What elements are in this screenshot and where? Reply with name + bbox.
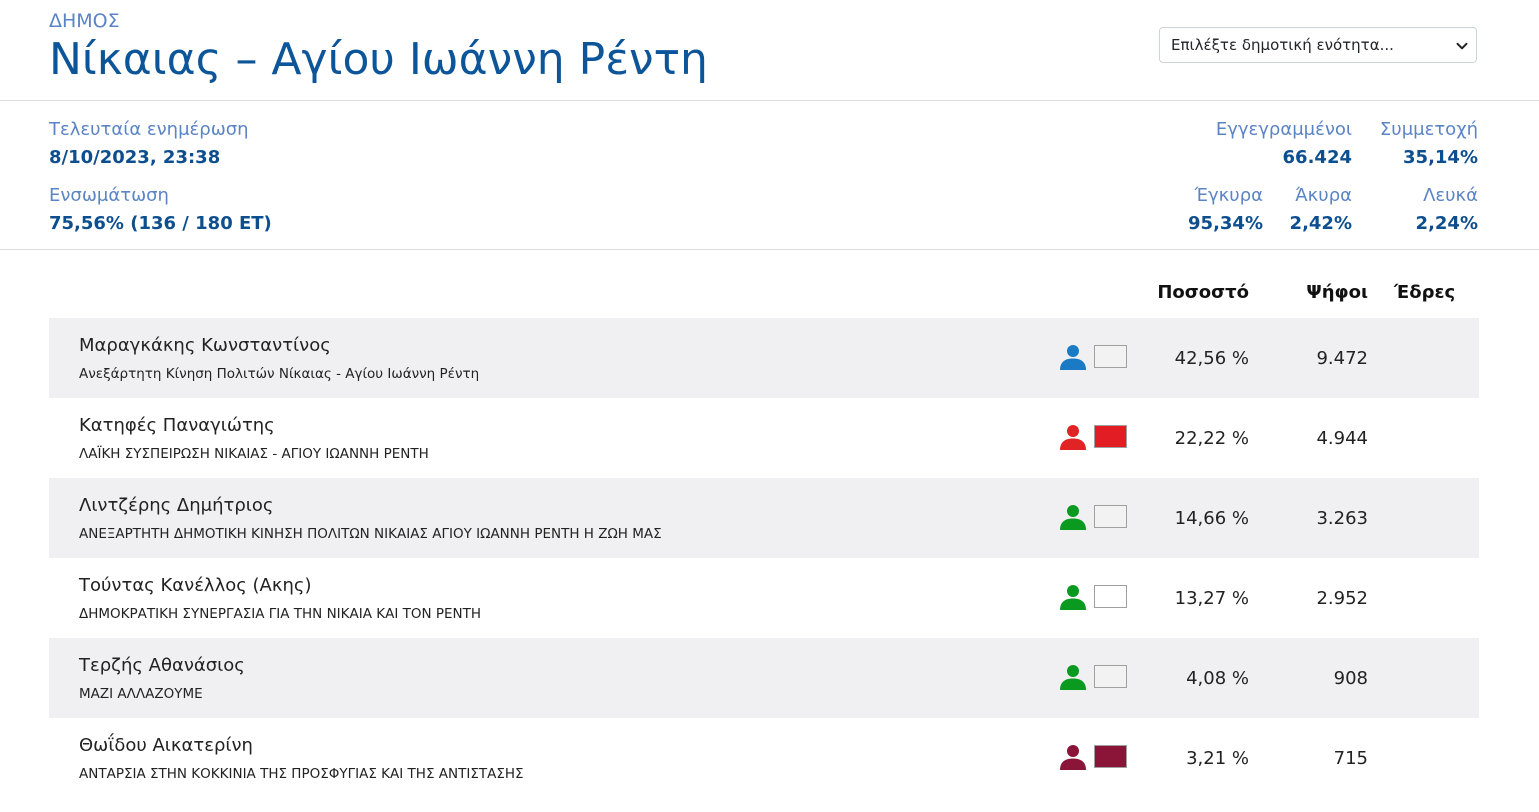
registered-label: Εγγεγραμμένοι (1215, 119, 1352, 140)
candidate-name: Μαραγκάκης Κωνσταντίνος (79, 335, 331, 356)
page-title: Νίκαιας – Αγίου Ιωάννη Ρέντη (49, 34, 708, 85)
candidate-votes: 715 (1333, 748, 1368, 769)
valid-value: 95,34% (1188, 213, 1263, 234)
candidate-percent: 22,22 % (1174, 428, 1249, 449)
person-icon (1060, 665, 1086, 690)
person-icon (1060, 745, 1086, 770)
integration-value: 75,56% (136 / 180 ΕΤ) (49, 213, 272, 234)
candidate-party: ΔΗΜΟΚΡΑΤΙΚΗ ΣΥΝΕΡΓΑΣΙΑ ΓΙΑ ΤΗΝ ΝΙΚΑΙΑ ΚΑ… (79, 606, 482, 622)
candidate-name: Κατηφές Παναγιώτης (79, 415, 275, 436)
party-color-swatch (1094, 745, 1127, 768)
candidate-row[interactable]: Θωΐδου Αικατερίνη ΑΝΤΑΡΣΙΑ ΣΤΗΝ ΚΟΚΚΙΝΙΑ… (49, 718, 1479, 798)
municipality-label: ΔΗΜΟΣ (49, 10, 120, 32)
candidate-percent: 13,27 % (1174, 588, 1249, 609)
party-color-swatch (1094, 665, 1127, 688)
person-icon (1060, 345, 1086, 370)
candidate-name: Λιντζέρης Δημήτριος (79, 495, 274, 516)
candidate-row[interactable]: Μαραγκάκης Κωνσταντίνος Ανεξάρτητη Κίνησ… (49, 318, 1479, 398)
candidate-row[interactable]: Τερζής Αθανάσιος ΜΑΖΙ ΑΛΛΑΖΟΥΜΕ 4,08 % 9… (49, 638, 1479, 718)
invalid-label: Άκυρα (1295, 185, 1352, 206)
candidate-percent: 4,08 % (1186, 668, 1249, 689)
person-icon (1060, 505, 1086, 530)
last-update-value: 8/10/2023, 23:38 (49, 147, 221, 168)
page-header: ΔΗΜΟΣ Νίκαιας – Αγίου Ιωάννη Ρέντη Επιλέ… (0, 0, 1539, 101)
turnout-value: 35,14% (1403, 147, 1478, 168)
person-icon (1060, 425, 1086, 450)
stats-panel: Τελευταία ενημέρωση 8/10/2023, 23:38 Ενσ… (0, 101, 1539, 250)
candidate-votes: 9.472 (1316, 348, 1368, 369)
candidate-row[interactable]: Κατηφές Παναγιώτης ΛΑΪΚΗ ΣΥΣΠΕΙΡΩΣΗ ΝΙΚΑ… (49, 398, 1479, 478)
candidate-party: ΛΑΪΚΗ ΣΥΣΠΕΙΡΩΣΗ ΝΙΚΑΙΑΣ - ΑΓΙΟΥ ΙΩΑΝΝΗ … (79, 446, 429, 462)
unit-select[interactable]: Επιλέξτε δημοτική ενότητα... (1159, 27, 1477, 63)
candidate-row[interactable]: Λιντζέρης Δημήτριος ΑΝΕΞΑΡΤΗΤΗ ΔΗΜΟΤΙΚΗ … (49, 478, 1479, 558)
candidate-percent: 3,21 % (1186, 748, 1249, 769)
candidate-row[interactable]: Τούντας Κανέλλος (Ακης) ΔΗΜΟΚΡΑΤΙΚΗ ΣΥΝΕ… (49, 558, 1479, 638)
chevron-down-icon (1456, 42, 1468, 50)
candidate-votes: 908 (1333, 668, 1368, 689)
party-color-swatch (1094, 585, 1127, 608)
turnout-label: Συμμετοχή (1379, 119, 1478, 140)
person-icon (1060, 585, 1086, 610)
candidate-percent: 42,56 % (1174, 348, 1249, 369)
last-update-label: Τελευταία ενημέρωση (49, 119, 249, 140)
candidate-party: Ανεξάρτητη Κίνηση Πολιτών Νίκαιας - Αγίο… (79, 366, 480, 382)
party-color-swatch (1094, 425, 1127, 448)
blank-label: Λευκά (1423, 185, 1478, 206)
invalid-value: 2,42% (1289, 213, 1352, 234)
candidate-party: ΑΝΤΑΡΣΙΑ ΣΤΗΝ ΚΟΚΚΙΝΙΑ ΤΗΣ ΠΡΟΣΦΥΓΙΑΣ ΚΑ… (79, 766, 524, 782)
results-table: Ποσοστό Ψήφοι Έδρες Μαραγκάκης Κωνσταντί… (0, 250, 1539, 812)
candidate-percent: 14,66 % (1174, 508, 1249, 529)
column-header-seats: Έδρες (1394, 282, 1456, 303)
unit-select-value: Επιλέξτε δημοτική ενότητα... (1171, 36, 1394, 54)
candidate-name: Θωΐδου Αικατερίνη (79, 735, 253, 756)
column-header-votes: Ψήφοι (1306, 282, 1368, 303)
candidate-votes: 2.952 (1316, 588, 1368, 609)
party-color-swatch (1094, 345, 1127, 368)
party-color-swatch (1094, 505, 1127, 528)
valid-label: Έγκυρα (1194, 185, 1263, 206)
candidate-votes: 4.944 (1316, 428, 1368, 449)
integration-label: Ενσωμάτωση (49, 185, 169, 206)
blank-value: 2,24% (1415, 213, 1478, 234)
candidate-party: ΜΑΖΙ ΑΛΛΑΖΟΥΜΕ (79, 686, 203, 702)
candidate-name: Τερζής Αθανάσιος (79, 655, 245, 676)
candidate-name: Τούντας Κανέλλος (Ακης) (79, 575, 312, 596)
registered-value: 66.424 (1282, 147, 1352, 168)
candidate-votes: 3.263 (1316, 508, 1368, 529)
candidate-party: ΑΝΕΞΑΡΤΗΤΗ ΔΗΜΟΤΙΚΗ ΚΙΝΗΣΗ ΠΟΛΙΤΩΝ ΝΙΚΑΙ… (79, 526, 662, 542)
column-header-percent: Ποσοστό (1157, 282, 1249, 303)
